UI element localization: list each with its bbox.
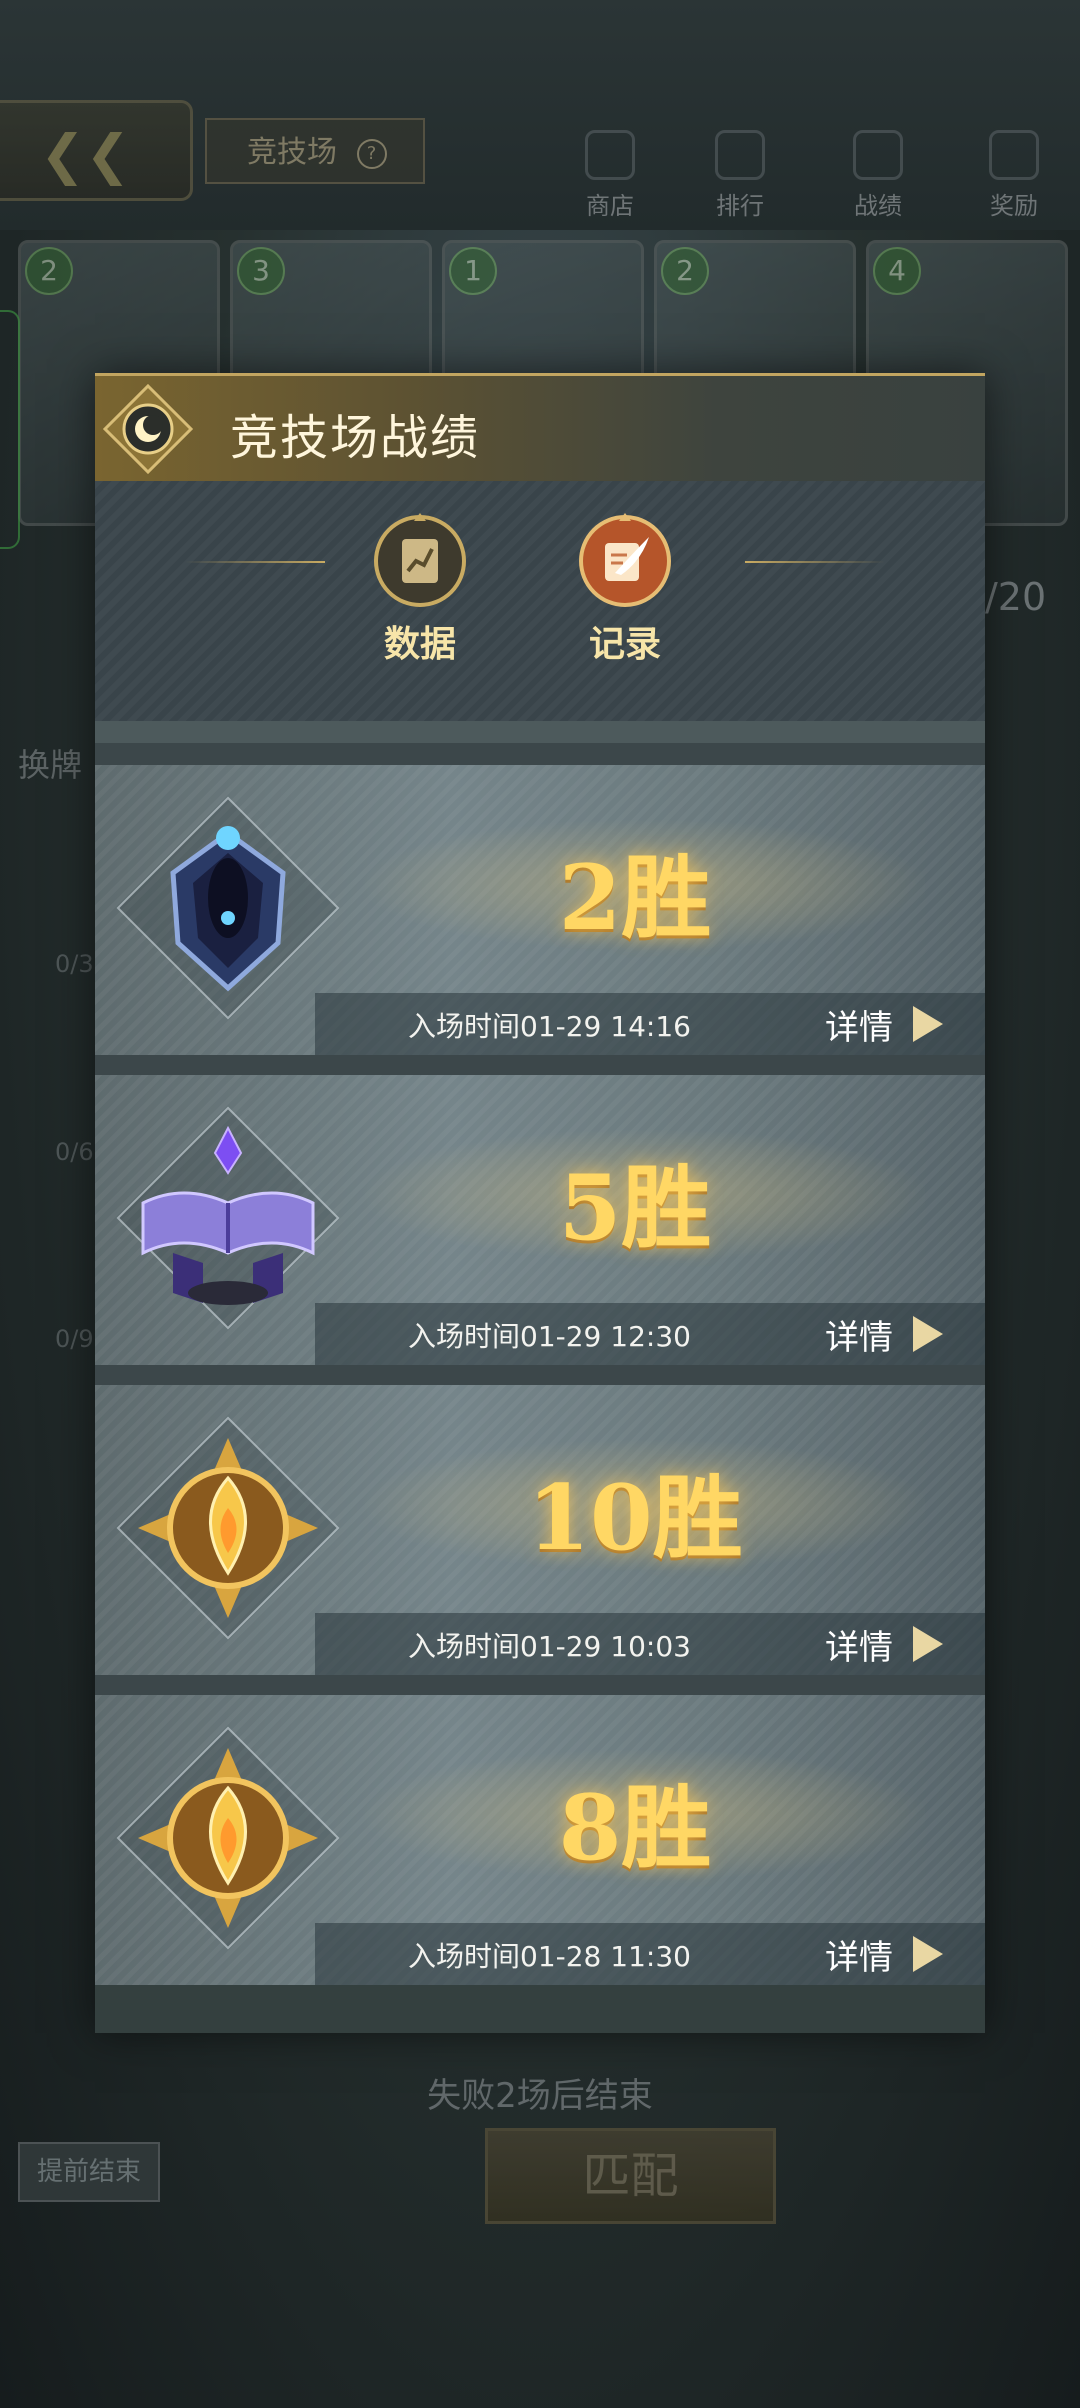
nav-label: 排行 (716, 192, 764, 220)
modal-title: 竞技场战绩 (230, 410, 481, 466)
side-panel-tab[interactable] (0, 310, 20, 549)
sun-emblem-icon (103, 384, 193, 474)
record-row: 2胜 入场时间01-29 14:16 详情 (95, 765, 985, 1055)
win-count: 10胜 (527, 1465, 743, 1571)
entry-time: 入场时间01-29 14:16 (408, 1010, 691, 1043)
win-count: 5胜 (558, 1155, 712, 1261)
lock-progress: 0/6 (55, 1138, 94, 1166)
arena-tab-label: 竞技场 (247, 135, 337, 170)
play-arrow-icon (913, 1006, 943, 1042)
card-cost: 4 (873, 247, 921, 295)
card-cost: 1 (449, 247, 497, 295)
record-row: 5胜 入场时间01-29 12:30 详情 (95, 1075, 985, 1365)
help-icon[interactable]: ? (356, 138, 387, 169)
divider (745, 561, 885, 563)
card-cost: 2 (25, 247, 73, 295)
data-chart-icon (374, 513, 466, 607)
nav-ranking[interactable]: 排行 (690, 130, 790, 221)
entry-time: 入场时间01-28 11:30 (408, 1940, 691, 1973)
nav-shop[interactable]: 商店 (560, 130, 660, 221)
early-end-button[interactable]: 提前结束 (18, 2142, 160, 2202)
purple-book-icon (116, 1106, 340, 1330)
card-cost: 3 (237, 247, 285, 295)
details-label: 详情 (825, 1317, 893, 1358)
arena-tab[interactable]: 竞技场 ? (205, 118, 425, 184)
nav-rewards[interactable]: 奖励 (964, 130, 1064, 221)
tab-label: 数据 (383, 624, 456, 665)
tab-bar: 数据 记录 (95, 481, 985, 721)
win-count: 2胜 (558, 845, 712, 951)
shop-icon (585, 130, 635, 180)
details-button[interactable]: 详情 (825, 993, 943, 1055)
details-label: 详情 (825, 1937, 893, 1978)
tab-records[interactable]: 记录 (570, 511, 680, 667)
back-button[interactable]: ❮❮ (0, 100, 193, 201)
record-row: 8胜 入场时间01-28 11:30 详情 (95, 1695, 985, 1985)
nav-label: 商店 (586, 192, 634, 220)
play-arrow-icon (913, 1316, 943, 1352)
tab-label: 记录 (588, 624, 661, 665)
divider (95, 1055, 985, 1077)
reward-icon (989, 130, 1039, 180)
tab-data[interactable]: 数据 (365, 511, 475, 667)
details-label: 详情 (825, 1007, 893, 1048)
record-icon (853, 130, 903, 180)
card-count: /20 (985, 575, 1047, 619)
record-quill-icon (579, 513, 671, 607)
nav-records[interactable]: 战绩 (828, 130, 928, 221)
lock-progress: 0/9 (55, 1325, 94, 1353)
modal-header: 竞技场战绩 (95, 373, 985, 484)
list-top-edge (95, 721, 985, 743)
switch-label: 换牌 (18, 746, 83, 784)
nav-label: 奖励 (990, 192, 1038, 220)
gold-flame-icon (116, 1416, 340, 1640)
win-count: 8胜 (558, 1775, 712, 1881)
lock-progress: 0/3 (55, 950, 94, 978)
divider (95, 1675, 985, 1697)
play-arrow-icon (913, 1936, 943, 1972)
card-cost: 2 (661, 247, 709, 295)
blue-crest-icon (116, 796, 340, 1020)
divider (185, 561, 325, 563)
divider (95, 1365, 985, 1387)
trophy-icon (715, 130, 765, 180)
details-button[interactable]: 详情 (825, 1303, 943, 1365)
details-button[interactable]: 详情 (825, 1613, 943, 1675)
details-label: 详情 (825, 1627, 893, 1668)
match-button[interactable]: 匹配 (485, 2128, 776, 2224)
record-row: 10胜 入场时间01-29 10:03 详情 (95, 1385, 985, 1675)
gold-flame-icon (116, 1726, 340, 1950)
entry-time: 入场时间01-29 10:03 (408, 1630, 691, 1663)
play-arrow-icon (913, 1626, 943, 1662)
divider (95, 743, 985, 765)
arena-record-modal: 竞技场战绩 数据 记录 2胜 入场时间01-29 14:16 详情 5胜 入场时… (95, 373, 985, 2033)
fail-rule-text: 失败2场后结束 (427, 2076, 653, 2116)
details-button[interactable]: 详情 (825, 1923, 943, 1985)
nav-label: 战绩 (854, 192, 902, 220)
entry-time: 入场时间01-29 12:30 (408, 1320, 691, 1353)
back-arrow-icon: ❮❮ (40, 123, 131, 186)
